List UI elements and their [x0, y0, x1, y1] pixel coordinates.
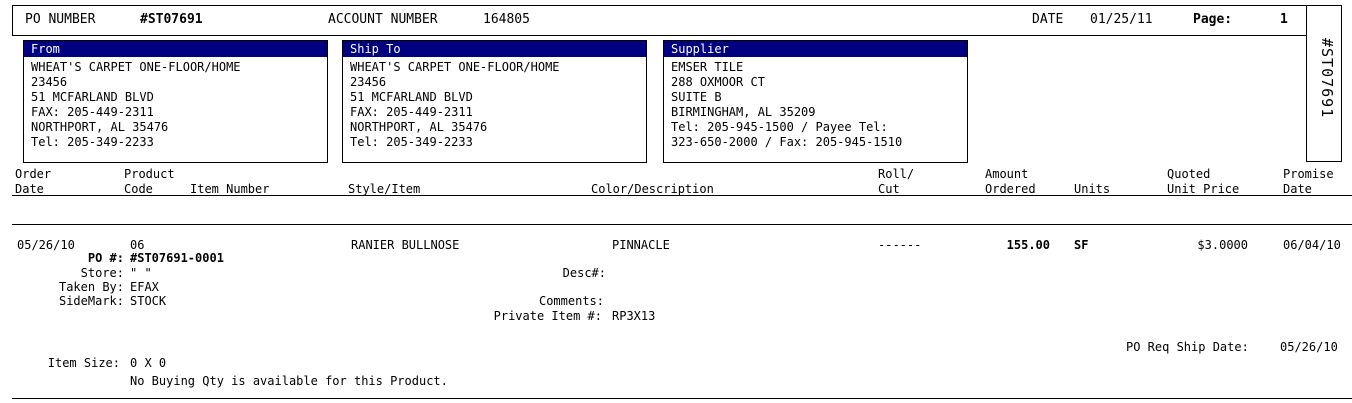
po-number-label: PO NUMBER	[25, 12, 96, 27]
account-number-value: 164805	[483, 12, 530, 27]
ship-to-line: FAX: 205-449-2311	[350, 105, 473, 119]
col-color-description: Color/Description	[591, 182, 714, 196]
item-size-label: Item Size:	[47, 356, 120, 370]
desc-label: Desc#:	[562, 266, 606, 280]
col-product-code-1: Product	[124, 167, 175, 181]
col-amount-2: Ordered	[985, 182, 1036, 196]
supplier-line: EMSER TILE	[671, 60, 744, 74]
item-order-date: 05/26/10	[17, 238, 75, 252]
frame-bottom-line	[12, 398, 1352, 399]
page-label: Page:	[1193, 12, 1233, 27]
col-style-item: Style/Item	[348, 182, 421, 196]
from-line: FAX: 205-449-2311	[31, 105, 154, 119]
ship-date-label: PO Req Ship Date:	[1126, 340, 1249, 354]
po-number-value: #ST07691	[140, 12, 203, 27]
ship-to-box-title: Ship To	[343, 41, 646, 57]
ship-to-line: 51 MCFARLAND BLVD	[350, 90, 473, 104]
ship-to-box: Ship To WHEAT'S CARPET ONE-FLOOR/HOME 23…	[342, 40, 647, 163]
ship-to-line: 23456	[350, 75, 387, 89]
frame-right-line	[1341, 5, 1342, 162]
col-promise-1: Promise	[1283, 167, 1334, 181]
frame-left-line	[12, 5, 13, 35]
item-size-value: 0 X 0	[130, 356, 167, 370]
from-line: NORTHPORT, AL 35476	[31, 120, 169, 134]
col-order-date-2: Date	[15, 182, 44, 196]
sidemark-value: STOCK	[130, 294, 167, 308]
col-unit-price-1: Quoted	[1167, 167, 1211, 181]
col-unit-price-2: Unit Price	[1167, 182, 1240, 196]
from-line: 51 MCFARLAND BLVD	[31, 90, 154, 104]
from-box: From WHEAT'S CARPET ONE-FLOOR/HOME 23456…	[23, 40, 328, 163]
supplier-box-title: Supplier	[664, 41, 967, 57]
from-line: WHEAT'S CARPET ONE-FLOOR/HOME	[31, 60, 241, 74]
private-item-value: RP3X13	[612, 309, 656, 323]
supplier-address: EMSER TILE 288 OXMOOR CT SUITE B BIRMING…	[664, 57, 967, 150]
col-amount-1: Amount	[985, 167, 1029, 181]
from-line: Tel: 205-349-2233	[31, 135, 154, 149]
from-line: 23456	[31, 75, 68, 89]
sidemark-label: SideMark:	[58, 294, 124, 308]
private-item-label: Private Item #:	[493, 309, 602, 323]
store-value: " "	[130, 266, 152, 280]
supplier-line: Tel: 205-945-1500 / Payee Tel:	[671, 120, 888, 134]
col-product-code-2: Code	[124, 182, 153, 196]
ship-date-value: 05/26/10	[1280, 340, 1338, 354]
item-po-label: PO #:	[87, 251, 124, 265]
col-item-number: Item Number	[190, 182, 270, 196]
supplier-box: Supplier EMSER TILE 288 OXMOOR CT SUITE …	[663, 40, 968, 163]
column-header-underline	[12, 195, 1352, 196]
frame-top-line	[12, 5, 1342, 6]
ship-to-line: NORTHPORT, AL 35476	[350, 120, 488, 134]
side-po-number: #ST07691	[1318, 38, 1336, 119]
supplier-line: 288 OXMOOR CT	[671, 75, 765, 89]
supplier-line: 323-650-2000 / Fax: 205-945-1510	[671, 135, 903, 149]
comments-label: Comments:	[538, 294, 604, 308]
item-promise-date: 06/04/10	[1283, 238, 1341, 252]
store-label: Store:	[80, 266, 124, 280]
supplier-line: BIRMINGHAM, AL 35209	[671, 105, 816, 119]
date-value: 01/25/11	[1090, 12, 1153, 27]
item-roll-cut: ------	[878, 238, 922, 252]
buying-qty-note: No Buying Qty is available for this Prod…	[130, 374, 448, 388]
item-product-code: 06	[130, 238, 145, 252]
col-order-date-1: Order	[15, 167, 52, 181]
ship-to-line: Tel: 205-349-2233	[350, 135, 473, 149]
item-amount: 155.00	[1006, 238, 1050, 252]
page-number: 1	[1280, 12, 1288, 27]
col-roll-cut-2: Cut	[878, 182, 900, 196]
ship-to-address: WHEAT'S CARPET ONE-FLOOR/HOME 23456 51 M…	[343, 57, 646, 150]
ship-to-line: WHEAT'S CARPET ONE-FLOOR/HOME	[350, 60, 560, 74]
item-po-value: #ST07691-0001	[130, 251, 224, 265]
from-address: WHEAT'S CARPET ONE-FLOOR/HOME 23456 51 M…	[24, 57, 327, 150]
account-number-label: ACCOUNT NUMBER	[328, 12, 438, 27]
col-units: Units	[1074, 182, 1111, 196]
item-style: RANIER BULLNOSE	[351, 238, 460, 252]
frame-header-line	[12, 35, 1306, 36]
taken-by-label: Taken By:	[58, 280, 124, 294]
col-roll-cut-1: Roll/	[878, 167, 915, 181]
date-label: DATE	[1032, 12, 1064, 27]
item-color: PINNACLE	[612, 238, 670, 252]
supplier-line: SUITE B	[671, 90, 722, 104]
frame-side-divider	[1306, 5, 1307, 162]
item-units: SF	[1074, 238, 1089, 252]
item-unit-price: $3.0000	[1197, 238, 1248, 252]
taken-by-value: EFAX	[130, 280, 159, 294]
from-box-title: From	[24, 41, 327, 57]
frame-side-bottom	[1306, 161, 1342, 162]
line-items-divider	[12, 224, 1352, 225]
col-promise-2: Date	[1283, 182, 1312, 196]
